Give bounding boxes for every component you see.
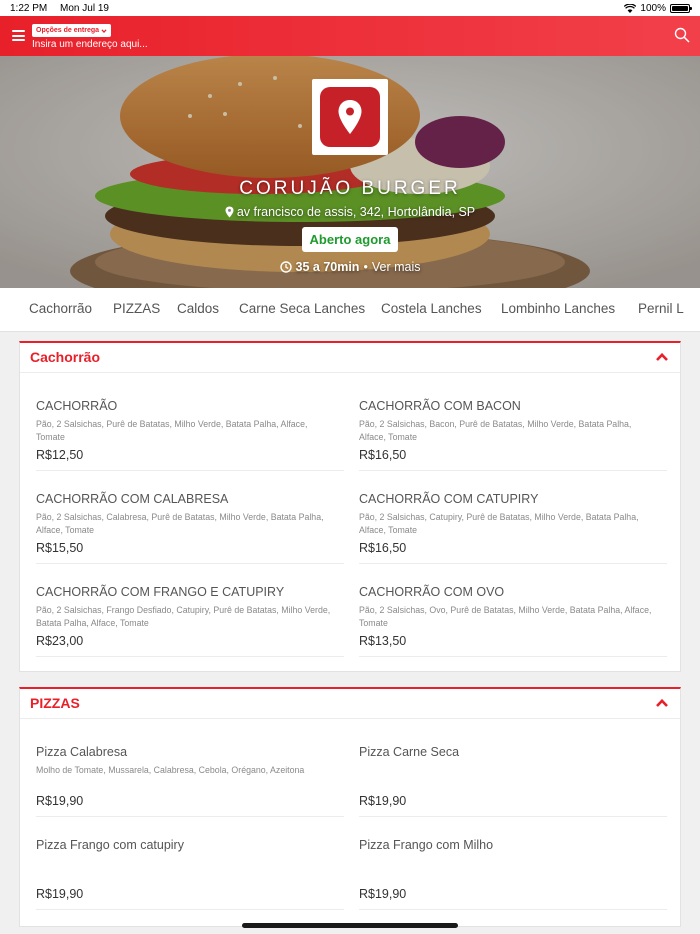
item-description: Pão, 2 Salsichas, Bacon, Purê de Batatas… (359, 419, 632, 442)
store-name: CORUJÃO BURGER (239, 178, 461, 199)
delivery-time-value: 35 a 70min (295, 260, 360, 274)
status-date: Mon Jul 19 (60, 2, 109, 14)
item-name: CACHORRÃO COM CATUPIRY (359, 492, 539, 506)
clock-icon (279, 261, 292, 273)
menu-item[interactable]: CACHORRÃO COM OVO Pão, 2 Salsichas, Ovo,… (359, 585, 667, 657)
address-input[interactable] (32, 39, 332, 50)
item-description: Pão, 2 Salsichas, Catupiry, Purê de Bata… (359, 512, 639, 535)
app-screen: 1:22 PM Mon Jul 19 100% Opções de entreg… (0, 0, 700, 934)
tab-pizzas[interactable]: PIZZAS (113, 301, 160, 316)
store-logo (312, 79, 388, 155)
section-title: PIZZAS (30, 695, 80, 711)
menu-item[interactable]: CACHORRÃO Pão, 2 Salsichas, Purê de Bata… (36, 399, 344, 471)
item-name: Pizza Calabresa (36, 745, 128, 759)
delivery-options-label: Opções de entrega (36, 27, 100, 34)
item-price: R$23,00 (36, 634, 84, 648)
status-time: 1:22 PM (10, 2, 48, 14)
battery-icon (670, 3, 692, 13)
see-more-link[interactable]: Ver mais (372, 260, 421, 274)
item-description: Pão, 2 Salsichas, Calabresa, Purê de Bat… (36, 512, 324, 535)
hamburger-icon[interactable] (12, 30, 25, 41)
item-name: CACHORRÃO (36, 399, 118, 413)
item-description: Pão, 2 Salsichas, Purê de Batatas, Milho… (36, 419, 308, 442)
item-price: R$12,50 (36, 448, 84, 462)
section-header-pizzas[interactable]: PIZZAS (20, 689, 680, 719)
item-price: R$16,50 (359, 541, 407, 555)
menu-item[interactable]: CACHORRÃO COM CATUPIRY Pão, 2 Salsichas,… (359, 492, 667, 564)
category-tabs: Cachorrão PIZZAS Caldos Carne Seca Lanch… (0, 288, 700, 332)
menu-item[interactable]: Pizza Frango com catupiry R$19,90 (36, 838, 344, 910)
wifi-icon (624, 3, 637, 13)
item-name: CACHORRÃO COM CALABRESA (36, 492, 229, 506)
open-status-badge: Aberto agora (302, 227, 398, 252)
tab-carne-seca-lanches[interactable]: Carne Seca Lanches (239, 301, 365, 316)
menu-item[interactable]: CACHORRÃO COM CALABRESA Pão, 2 Salsichas… (36, 492, 344, 564)
map-pin-icon (338, 100, 362, 134)
item-name: Pizza Frango com catupiry (36, 838, 184, 852)
item-price: R$19,90 (36, 887, 84, 901)
item-name: CACHORRÃO COM OVO (359, 585, 505, 599)
menu-item[interactable]: CACHORRÃO COM BACON Pão, 2 Salsichas, Ba… (359, 399, 667, 471)
menu-section-pizzas: PIZZAS Pizza Calabresa Molho de Tomate, … (19, 687, 681, 927)
item-price: R$13,50 (359, 634, 407, 648)
battery-percent: 100% (640, 2, 666, 14)
item-name: CACHORRÃO COM BACON (359, 399, 521, 413)
delivery-options-button[interactable]: Opções de entrega (32, 24, 112, 37)
search-icon[interactable] (674, 27, 690, 43)
item-price: R$19,90 (359, 794, 407, 808)
menu-item[interactable]: Pizza Carne Seca R$19,90 (359, 745, 667, 817)
store-address-text: av francisco de assis, 342, Hortolândia,… (236, 205, 476, 219)
item-description: Pão, 2 Salsichas, Ovo, Purê de Batatas, … (359, 605, 652, 628)
delivery-time: 35 a 70min • Ver mais (0, 260, 700, 274)
store-banner: CORUJÃO BURGER av francisco de assis, 34… (0, 56, 700, 288)
item-price: R$19,90 (36, 794, 84, 808)
chevron-down-icon (101, 28, 107, 33)
tab-pernil-lanches[interactable]: Pernil L (638, 301, 684, 316)
top-bar: Opções de entrega (0, 16, 700, 56)
section-title: Cachorrão (30, 349, 101, 365)
tab-costela-lanches[interactable]: Costela Lanches (381, 301, 482, 316)
menu-item[interactable]: Pizza Frango com Milho R$19,90 (359, 838, 667, 910)
item-description: Molho de Tomate, Mussarela, Calabresa, C… (36, 765, 305, 775)
store-address: av francisco de assis, 342, Hortolândia,… (0, 205, 700, 219)
menu-item[interactable]: Pizza Calabresa Molho de Tomate, Mussare… (36, 745, 344, 817)
item-name: CACHORRÃO COM FRANGO E CATUPIRY (36, 585, 285, 599)
chevron-up-icon[interactable] (656, 699, 668, 707)
location-icon (225, 206, 234, 218)
menu-item[interactable]: CACHORRÃO COM FRANGO E CATUPIRY Pão, 2 S… (36, 585, 344, 657)
chevron-up-icon[interactable] (656, 353, 668, 361)
home-indicator[interactable] (242, 923, 458, 928)
tab-cachorrao[interactable]: Cachorrão (29, 301, 92, 316)
item-name: Pizza Frango com Milho (359, 838, 494, 852)
menu-section-cachorrao: Cachorrão CACHORRÃO Pão, 2 Salsichas, Pu… (19, 341, 681, 672)
status-bar: 1:22 PM Mon Jul 19 100% (0, 0, 700, 16)
item-description: Pão, 2 Salsichas, Frango Desfiado, Catup… (36, 605, 331, 628)
section-header-cachorrao[interactable]: Cachorrão (20, 343, 680, 373)
separator-dot: • (363, 260, 368, 274)
item-price: R$15,50 (36, 541, 84, 555)
item-name: Pizza Carne Seca (359, 745, 460, 759)
item-price: R$16,50 (359, 448, 407, 462)
tab-caldos[interactable]: Caldos (177, 301, 219, 316)
tab-lombinho-lanches[interactable]: Lombinho Lanches (501, 301, 615, 316)
item-price: R$19,90 (359, 887, 407, 901)
